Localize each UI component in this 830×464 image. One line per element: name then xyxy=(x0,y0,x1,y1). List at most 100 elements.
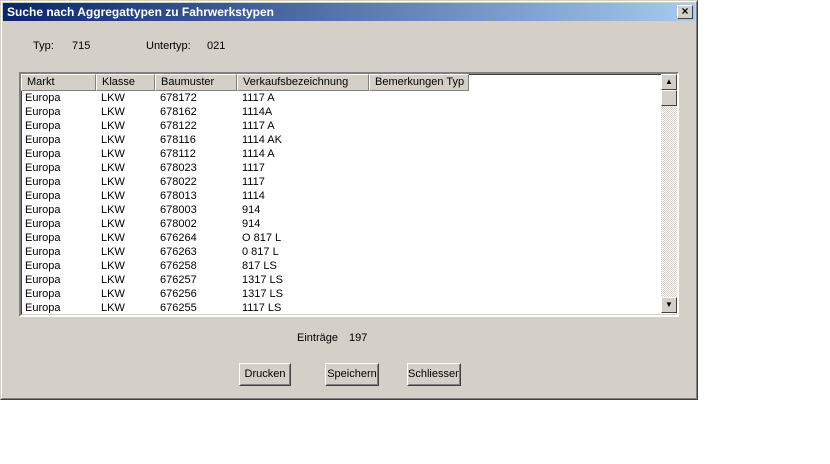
cell-verkaufsbezeichnung: 914 xyxy=(242,204,261,216)
column-header-verkaufsbezeichnung[interactable]: Verkaufsbezeichnung xyxy=(237,74,369,91)
cell-markt: Europa xyxy=(25,92,61,104)
results-list[interactable]: Markt Klasse Baumuster Verkaufsbezeichnu… xyxy=(19,72,679,317)
cell-verkaufsbezeichnung: 1114 A xyxy=(242,148,275,160)
cell-markt: Europa xyxy=(25,218,61,230)
cell-baumuster: 678023 xyxy=(160,162,197,174)
cell-verkaufsbezeichnung: 1117 xyxy=(242,162,265,174)
cell-markt: Europa xyxy=(25,162,61,174)
table-row[interactable]: Europa LKW 678003 914 xyxy=(21,203,660,217)
table-row[interactable]: Europa LKW 676258 817 LS xyxy=(21,259,660,273)
table-row[interactable]: Europa LKW 676263 0 817 L xyxy=(21,245,660,259)
cell-markt: Europa xyxy=(25,302,61,313)
cell-markt: Europa xyxy=(25,288,61,300)
cell-markt: Europa xyxy=(25,134,61,146)
column-header-bemerkungen-typ[interactable]: Bemerkungen Typ xyxy=(369,74,469,91)
save-button[interactable]: Speichern xyxy=(325,363,379,386)
table-row[interactable]: Europa LKW 678022 1117 xyxy=(21,175,660,189)
cell-baumuster: 678013 xyxy=(160,190,197,202)
vertical-scrollbar[interactable]: ▲ ▼ xyxy=(661,74,677,313)
cell-verkaufsbezeichnung: O 817 L xyxy=(242,232,282,244)
cell-markt: Europa xyxy=(25,274,61,286)
eintraege-label: Einträge xyxy=(297,332,338,344)
cell-verkaufsbezeichnung: 1117 A xyxy=(242,120,275,132)
cell-klasse: LKW xyxy=(101,288,125,300)
cell-verkaufsbezeichnung: 1317 LS xyxy=(242,288,283,300)
cell-klasse: LKW xyxy=(101,190,125,202)
untertyp-value: 021 xyxy=(207,40,226,52)
cell-klasse: LKW xyxy=(101,246,125,258)
cell-baumuster: 678022 xyxy=(160,176,197,188)
cell-markt: Europa xyxy=(25,260,61,272)
close-icon[interactable]: × xyxy=(677,5,693,19)
cell-verkaufsbezeichnung: 1317 LS xyxy=(242,274,283,286)
typ-label: Typ: xyxy=(33,40,54,52)
table-row[interactable]: Europa LKW 678116 1114 AK xyxy=(21,133,660,147)
untertyp-label: Untertyp: xyxy=(146,40,191,52)
table-row[interactable]: Europa LKW 678013 1114 xyxy=(21,189,660,203)
cell-baumuster: 676258 xyxy=(160,260,197,272)
cell-verkaufsbezeichnung: 1117 xyxy=(242,176,265,188)
print-button[interactable]: Drucken xyxy=(239,363,291,386)
cell-markt: Europa xyxy=(25,106,61,118)
cell-verkaufsbezeichnung: 0 817 L xyxy=(242,246,279,258)
cell-verkaufsbezeichnung: 1117 LS xyxy=(242,302,282,313)
cell-verkaufsbezeichnung: 1114 AK xyxy=(242,134,282,146)
cell-klasse: LKW xyxy=(101,120,125,132)
cell-klasse: LKW xyxy=(101,204,125,216)
table-row[interactable]: Europa LKW 678112 1114 A xyxy=(21,147,660,161)
cell-markt: Europa xyxy=(25,120,61,132)
cell-baumuster: 678122 xyxy=(160,120,197,132)
table-row[interactable]: Europa LKW 678023 1117 xyxy=(21,161,660,175)
cell-markt: Europa xyxy=(25,246,61,258)
cell-klasse: LKW xyxy=(101,274,125,286)
cell-markt: Europa xyxy=(25,148,61,160)
table-row[interactable]: Europa LKW 676264 O 817 L xyxy=(21,231,660,245)
table-row[interactable]: Europa LKW 676256 1317 LS xyxy=(21,287,660,301)
cell-verkaufsbezeichnung: 1114A xyxy=(242,106,273,118)
cell-klasse: LKW xyxy=(101,92,125,104)
cell-klasse: LKW xyxy=(101,176,125,188)
scroll-down-icon[interactable]: ▼ xyxy=(661,297,677,313)
cell-klasse: LKW xyxy=(101,106,125,118)
cell-baumuster: 676257 xyxy=(160,274,197,286)
cell-baumuster: 676264 xyxy=(160,232,197,244)
cell-baumuster: 676263 xyxy=(160,246,197,258)
cell-verkaufsbezeichnung: 914 xyxy=(242,218,261,230)
cell-baumuster: 676255 xyxy=(160,302,197,313)
cell-verkaufsbezeichnung: 1114 xyxy=(242,190,265,202)
window-title: Suche nach Aggregattypen zu Fahrwerkstyp… xyxy=(7,5,274,19)
table-body: Europa LKW 678172 1117 A Europa LKW 678162 1114… xyxy=(21,91,660,313)
typ-value: 715 xyxy=(72,40,91,52)
cell-klasse: LKW xyxy=(101,162,125,174)
cell-markt: Europa xyxy=(25,190,61,202)
dialog-window: Suche nach Aggregattypen zu Fahrwerkstyp… xyxy=(0,0,698,400)
table-row[interactable]: Europa LKW 678172 1117 A xyxy=(21,91,660,105)
cell-markt: Europa xyxy=(25,176,61,188)
scroll-thumb[interactable] xyxy=(661,90,677,106)
table-row[interactable]: Europa LKW 678002 914 xyxy=(21,217,660,231)
cell-baumuster: 676256 xyxy=(160,288,197,300)
cell-verkaufsbezeichnung: 1117 A xyxy=(242,92,275,104)
scroll-up-icon[interactable]: ▲ xyxy=(661,74,677,90)
cell-baumuster: 678112 xyxy=(160,148,196,160)
cell-markt: Europa xyxy=(25,204,61,216)
cell-klasse: LKW xyxy=(101,148,125,160)
cell-klasse: LKW xyxy=(101,260,125,272)
eintraege-count: 197 xyxy=(349,332,368,344)
table-row[interactable]: Europa LKW 678162 1114A xyxy=(21,105,660,119)
title-bar[interactable]: Suche nach Aggregattypen zu Fahrwerkstyp… xyxy=(3,3,695,21)
cell-markt: Europa xyxy=(25,232,61,244)
column-header-baumuster[interactable]: Baumuster xyxy=(155,74,237,91)
close-button[interactable]: Schliessen xyxy=(407,363,461,386)
table-header: Markt Klasse Baumuster Verkaufsbezeichnu… xyxy=(21,74,660,91)
table-row[interactable]: Europa LKW 676257 1317 LS xyxy=(21,273,660,287)
cell-baumuster: 678116 xyxy=(160,134,196,146)
cell-klasse: LKW xyxy=(101,302,125,313)
column-header-markt[interactable]: Markt xyxy=(21,74,96,91)
table-row[interactable]: Europa LKW 676255 1117 LS xyxy=(21,301,660,313)
cell-klasse: LKW xyxy=(101,232,125,244)
table-row[interactable]: Europa LKW 678122 1117 A xyxy=(21,119,660,133)
cell-baumuster: 678003 xyxy=(160,204,197,216)
column-header-klasse[interactable]: Klasse xyxy=(96,74,155,91)
cell-baumuster: 678002 xyxy=(160,218,197,230)
